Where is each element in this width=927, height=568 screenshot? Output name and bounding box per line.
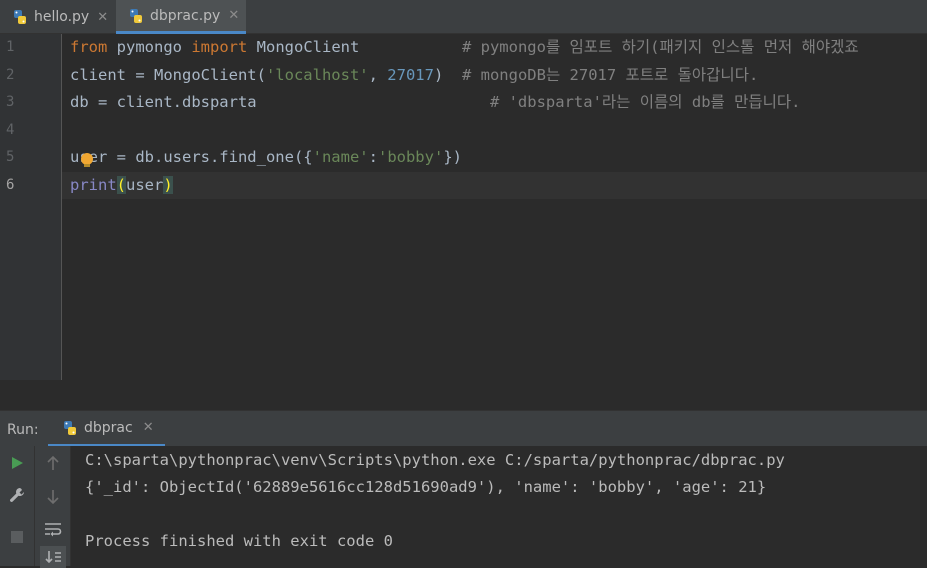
code-text: }): [443, 148, 462, 166]
comment: # mongoDB는 27017 포트로 돌아갑니다.: [461, 66, 759, 84]
matched-paren: ): [163, 176, 173, 194]
soft-wrap-icon[interactable]: [42, 518, 64, 540]
console-output-line: C:\sparta\pythonprac\venv\Scripts\python…: [85, 451, 785, 469]
code-text: user: [126, 176, 164, 194]
line-number: 1: [6, 39, 15, 55]
line-number: 5: [6, 149, 15, 165]
code-line-2[interactable]: client = MongoClient('localhost', 27017)…: [70, 62, 758, 89]
run-toolbar-secondary: [35, 446, 71, 568]
python-file-icon: [14, 10, 26, 24]
keyword: import: [191, 38, 248, 56]
arrow-down-icon[interactable]: [42, 486, 64, 508]
code-text: user = db.users.find_one({: [70, 148, 313, 166]
python-file-icon: [130, 8, 142, 23]
line-number: 4: [6, 122, 15, 138]
line-number-current: 6: [6, 177, 15, 193]
run-tab-dbprac[interactable]: dbprac ✕: [48, 411, 165, 447]
string: 'localhost': [265, 66, 369, 84]
lightbulb-base: [84, 164, 90, 167]
rerun-icon[interactable]: [6, 452, 28, 474]
matched-paren: (: [116, 176, 127, 194]
close-icon[interactable]: ✕: [143, 420, 154, 435]
wrench-icon[interactable]: [6, 484, 28, 506]
editor-tab-bar: hello.py ✕ dbprac.py ✕: [0, 0, 927, 34]
code-editor[interactable]: 1 2 3 4 5 6 from pymongo import MongoCli…: [0, 34, 927, 380]
tab-dbprac-py[interactable]: dbprac.py ✕: [116, 0, 246, 34]
run-console[interactable]: C:\sparta\pythonprac\venv\Scripts\python…: [0, 446, 927, 568]
comment: # 'dbsparta'라는 이름의 db를 만듭니다.: [489, 93, 801, 111]
code-text: client = MongoClient(: [70, 66, 266, 84]
run-tool-header: Run: dbprac ✕: [0, 410, 927, 447]
editor-empty-area: [0, 380, 927, 410]
line-number: 2: [6, 67, 15, 83]
line-number: 3: [6, 94, 15, 110]
code-text: db = client.dbsparta: [70, 93, 490, 111]
current-line-highlight: [62, 172, 927, 199]
tab-label: hello.py: [34, 9, 90, 25]
line-number-gutter: 1 2 3 4 5 6: [0, 34, 62, 380]
code-line-6[interactable]: print(user): [70, 172, 173, 199]
comment: # pymongo를 임포트 하기(패키지 인스톨 먼저 해야겠죠: [461, 38, 859, 56]
builtin-function: print: [70, 176, 117, 194]
code-text: :: [368, 148, 378, 166]
string: 'name': [312, 148, 369, 166]
run-label: Run:: [7, 422, 39, 438]
python-file-icon: [64, 420, 76, 435]
tab-label: dbprac.py: [150, 7, 221, 24]
code-text: pymongo: [107, 38, 192, 56]
console-output-line: {'_id': ObjectId('62889e5616cc128d51690a…: [85, 478, 767, 496]
stop-icon[interactable]: [6, 526, 28, 548]
code-line-1[interactable]: from pymongo import MongoClient # pymong…: [70, 34, 859, 61]
number: 27017: [387, 66, 434, 84]
arrow-up-icon[interactable]: [42, 452, 64, 474]
scroll-to-end-icon[interactable]: [40, 546, 66, 568]
code-text: ,: [368, 66, 388, 84]
close-icon[interactable]: ✕: [228, 8, 239, 23]
tab-hello-py[interactable]: hello.py ✕: [0, 0, 116, 34]
console-output-line: Process finished with exit code 0: [85, 532, 393, 550]
code-line-5[interactable]: user = db.users.find_one({'name':'bobby'…: [70, 144, 462, 171]
keyword: from: [70, 38, 108, 56]
run-tab-label: dbprac: [84, 419, 133, 436]
code-line-3[interactable]: db = client.dbsparta # 'dbsparta'라는 이름의 …: [70, 89, 801, 116]
string: 'bobby': [377, 148, 444, 166]
close-icon[interactable]: ✕: [97, 10, 108, 25]
run-toolbar-primary: [0, 446, 35, 566]
code-text: MongoClient: [247, 38, 462, 56]
code-text: ): [433, 66, 462, 84]
